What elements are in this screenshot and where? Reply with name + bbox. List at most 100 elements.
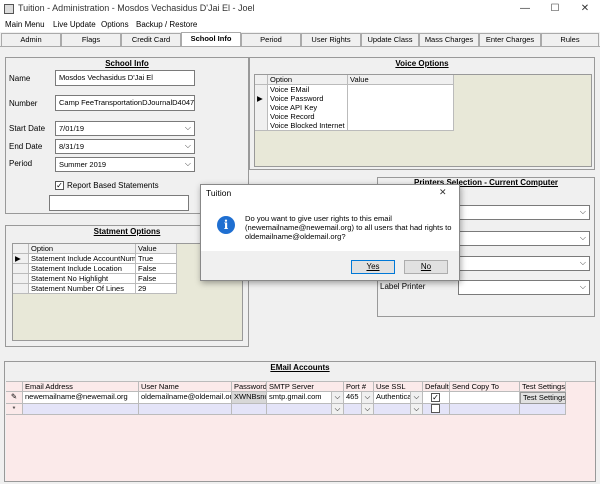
table-cell[interactable]: False — [136, 274, 177, 284]
printer-select-3[interactable]: ⌵ — [458, 256, 590, 271]
tab-mass-charges[interactable]: Mass Charges — [419, 33, 479, 46]
menu-options[interactable]: Options — [101, 20, 129, 29]
voice-options-title: Voice Options — [395, 59, 449, 68]
row-header — [255, 121, 268, 131]
printer-select-1[interactable]: ⌵ — [458, 205, 590, 220]
column-header-port: Port # — [344, 382, 374, 392]
tab-period[interactable]: Period — [241, 33, 301, 46]
new-default-checkbox[interactable] — [431, 404, 440, 413]
yes-button[interactable]: Yes — [351, 260, 395, 274]
chevron-down-icon[interactable]: ⌵ — [185, 123, 191, 133]
tab-rules[interactable]: Rules — [541, 33, 599, 46]
report-based-label: Report Based Statements — [67, 181, 159, 190]
name-field[interactable]: Mosdos Vechasidus D'Jai El — [55, 70, 195, 86]
chevron-down-icon[interactable]: ⌵ — [411, 404, 423, 415]
column-header-user: User Name — [139, 382, 232, 392]
start-date-label: Start Date — [9, 124, 46, 133]
report-based-field[interactable] — [49, 195, 189, 211]
grid-corner — [255, 75, 268, 85]
label-printer-select[interactable]: ⌵ — [458, 280, 590, 295]
ssl-cell[interactable]: Authenticati — [374, 392, 411, 404]
menu-live-update[interactable]: Live Update — [53, 20, 96, 29]
table-cell[interactable]: Voice Blocked Internet — [268, 121, 348, 131]
menu-bar: Main Menu Live Update Options Backup / R… — [0, 18, 600, 32]
table-cell[interactable]: 29 — [136, 284, 177, 294]
dialog-message-line: (newemailname@newemail.org) to all users… — [245, 223, 452, 232]
table-cell[interactable]: Statement No Highlight — [29, 274, 136, 284]
maximize-button[interactable]: ☐ — [540, 0, 570, 18]
user-name-cell[interactable]: oldemailname@oldemail.org — [139, 392, 232, 404]
period-select[interactable]: Summer 2019 ⌵ — [55, 157, 195, 172]
test-settings-button[interactable]: Test Settings — [520, 392, 566, 404]
number-label: Number — [9, 99, 38, 108]
chevron-down-icon[interactable]: ⌵ — [362, 392, 374, 404]
chevron-down-icon[interactable]: ⌵ — [580, 258, 586, 268]
table-cell[interactable]: True — [136, 254, 177, 264]
no-label: No — [420, 262, 432, 271]
label-printer-label: Label Printer — [380, 282, 426, 291]
end-date-picker[interactable]: 8/31/19 ⌵ — [55, 139, 195, 154]
tab-user-rights[interactable]: User Rights — [301, 33, 361, 46]
yes-label: Yes — [366, 262, 380, 271]
menu-main[interactable]: Main Menu — [5, 20, 45, 29]
dialog-message: Do you want to give user rights to this … — [245, 214, 452, 241]
window-title: Tuition - Administration - Mosdos Vechas… — [18, 3, 255, 13]
new-user-name-cell[interactable] — [139, 404, 232, 415]
no-button[interactable]: No — [404, 260, 448, 274]
chevron-down-icon[interactable]: ⌵ — [362, 404, 374, 415]
number-field[interactable]: Camp FeeTransportationDJournalD404780 — [55, 95, 195, 111]
tab-enter-charges[interactable]: Enter Charges — [479, 33, 541, 46]
table-cell[interactable]: Statement Include AccountNum — [29, 254, 136, 264]
dialog-title-bar: Tuition ✕ — [201, 185, 459, 201]
new-email-cell[interactable] — [23, 404, 139, 415]
dialog-close-icon[interactable]: ✕ — [439, 187, 447, 198]
table-cell[interactable] — [348, 121, 454, 131]
tab-admin[interactable]: Admin — [1, 33, 61, 46]
minimize-button[interactable]: — — [510, 0, 540, 18]
new-send-copy-cell[interactable] — [450, 404, 520, 415]
new-default-cell — [423, 404, 450, 415]
column-header-smtp: SMTP Server — [267, 382, 344, 392]
start-date-picker[interactable]: 7/01/19 ⌵ — [55, 121, 195, 136]
table-cell[interactable]: Statement Include Location — [29, 264, 136, 274]
email-accounts-title: EMail Accounts — [270, 363, 330, 372]
chevron-down-icon[interactable]: ⌵ — [185, 141, 191, 151]
chevron-down-icon[interactable]: ⌵ — [185, 159, 191, 169]
new-port-cell[interactable] — [344, 404, 362, 415]
chevron-down-icon[interactable]: ⌵ — [411, 392, 423, 404]
row-indicator: ▶ — [13, 254, 29, 264]
name-label: Name — [9, 74, 31, 83]
email-accounts-group: EMail Accounts Email Address User Name P… — [4, 361, 596, 482]
menu-backup-restore[interactable]: Backup / Restore — [136, 20, 197, 29]
title-bar: Tuition - Administration - Mosdos Vechas… — [0, 0, 600, 18]
email-cell[interactable]: newemailname@newemail.org — [23, 392, 139, 404]
default-checkbox[interactable]: ✓ — [431, 393, 440, 402]
new-ssl-cell[interactable] — [374, 404, 411, 415]
password-cell[interactable]: XWNBsnuj — [232, 392, 267, 404]
report-based-checkbox[interactable]: ✓ — [55, 181, 64, 190]
table-cell[interactable]: Statement Number Of Lines — [29, 284, 136, 294]
chevron-down-icon[interactable]: ⌵ — [580, 282, 586, 292]
dialog-body: i Do you want to give user rights to thi… — [201, 201, 459, 251]
tab-school-info[interactable]: School Info — [181, 32, 241, 47]
new-test-cell[interactable] — [520, 404, 566, 415]
chevron-down-icon[interactable]: ⌵ — [580, 207, 586, 217]
new-password-cell[interactable] — [232, 404, 267, 415]
tab-update-class[interactable]: Update Class — [361, 33, 419, 46]
printer-select-2[interactable]: ⌵ — [458, 231, 590, 246]
grid-corner — [13, 244, 29, 254]
send-copy-cell[interactable] — [450, 392, 520, 404]
chevron-down-icon[interactable]: ⌵ — [332, 392, 344, 404]
table-cell[interactable]: False — [136, 264, 177, 274]
new-smtp-cell[interactable] — [267, 404, 332, 415]
tab-credit-card[interactable]: Credit Card — [121, 33, 181, 46]
smtp-cell[interactable]: smtp.gmail.com — [267, 392, 332, 404]
row-header — [13, 264, 29, 274]
chevron-down-icon[interactable]: ⌵ — [580, 233, 586, 243]
port-cell[interactable]: 465 — [344, 392, 362, 404]
column-header-option: Option — [29, 244, 136, 254]
column-header-default: Default — [423, 382, 450, 392]
chevron-down-icon[interactable]: ⌵ — [332, 404, 344, 415]
tab-flags[interactable]: Flags — [61, 33, 121, 46]
close-button[interactable]: ✕ — [570, 0, 600, 18]
